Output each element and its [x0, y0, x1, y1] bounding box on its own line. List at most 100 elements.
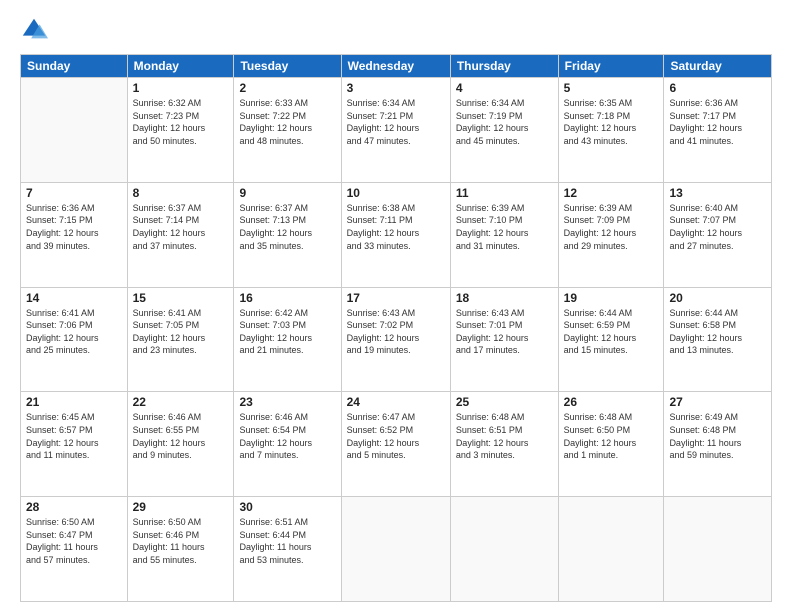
day-cell: 26 Sunrise: 6:48 AM Sunset: 6:50 PM Dayli… [558, 392, 664, 497]
day-info: Sunrise: 6:33 AM Sunset: 7:22 PM Dayligh… [239, 97, 335, 147]
day-cell: 27 Sunrise: 6:49 AM Sunset: 6:48 PM Dayli… [664, 392, 772, 497]
day-number: 25 [456, 395, 553, 409]
weekday-header-thursday: Thursday [450, 55, 558, 78]
day-cell: 14 Sunrise: 6:41 AM Sunset: 7:06 PM Dayli… [21, 287, 128, 392]
day-info: Sunrise: 6:39 AM Sunset: 7:09 PM Dayligh… [564, 202, 659, 252]
day-number: 13 [669, 186, 766, 200]
day-cell: 19 Sunrise: 6:44 AM Sunset: 6:59 PM Dayli… [558, 287, 664, 392]
day-number: 9 [239, 186, 335, 200]
week-row-2: 7 Sunrise: 6:36 AM Sunset: 7:15 PM Daylig… [21, 182, 772, 287]
week-row-5: 28Sunrise: 6:50 AM Sunset: 6:47 PM Dayli… [21, 497, 772, 602]
day-cell: 7 Sunrise: 6:36 AM Sunset: 7:15 PM Daylig… [21, 182, 128, 287]
day-cell: 13 Sunrise: 6:40 AM Sunset: 7:07 PM Dayli… [664, 182, 772, 287]
weekday-header-saturday: Saturday [664, 55, 772, 78]
day-cell: 15Sunrise: 6:41 AM Sunset: 7:05 PM Dayli… [127, 287, 234, 392]
day-cell [664, 497, 772, 602]
day-cell [21, 78, 128, 183]
logo [20, 16, 52, 44]
day-info: Sunrise: 6:34 AM Sunset: 7:19 PM Dayligh… [456, 97, 553, 147]
day-info: Sunrise: 6:39 AM Sunset: 7:10 PM Dayligh… [456, 202, 553, 252]
day-cell [558, 497, 664, 602]
day-info: Sunrise: 6:46 AM Sunset: 6:54 PM Dayligh… [239, 411, 335, 461]
weekday-header-monday: Monday [127, 55, 234, 78]
day-info: Sunrise: 6:44 AM Sunset: 6:59 PM Dayligh… [564, 307, 659, 357]
day-number: 2 [239, 81, 335, 95]
day-info: Sunrise: 6:37 AM Sunset: 7:13 PM Dayligh… [239, 202, 335, 252]
day-number: 12 [564, 186, 659, 200]
day-number: 1 [133, 81, 229, 95]
day-info: Sunrise: 6:51 AM Sunset: 6:44 PM Dayligh… [239, 516, 335, 566]
day-cell: 6 Sunrise: 6:36 AM Sunset: 7:17 PM Daylig… [664, 78, 772, 183]
day-cell: 2 Sunrise: 6:33 AM Sunset: 7:22 PM Daylig… [234, 78, 341, 183]
week-row-1: 1 Sunrise: 6:32 AM Sunset: 7:23 PM Daylig… [21, 78, 772, 183]
day-number: 11 [456, 186, 553, 200]
day-info: Sunrise: 6:47 AM Sunset: 6:52 PM Dayligh… [347, 411, 445, 461]
day-number: 29 [133, 500, 229, 514]
day-number: 19 [564, 291, 659, 305]
week-row-4: 21 Sunrise: 6:45 AM Sunset: 6:57 PM Dayli… [21, 392, 772, 497]
day-number: 26 [564, 395, 659, 409]
day-number: 6 [669, 81, 766, 95]
day-number: 24 [347, 395, 445, 409]
calendar-table: SundayMondayTuesdayWednesdayThursdayFrid… [20, 54, 772, 602]
day-info: Sunrise: 6:44 AM Sunset: 6:58 PM Dayligh… [669, 307, 766, 357]
day-info: Sunrise: 6:40 AM Sunset: 7:07 PM Dayligh… [669, 202, 766, 252]
day-info: Sunrise: 6:41 AM Sunset: 7:06 PM Dayligh… [26, 307, 122, 357]
day-cell: 16 Sunrise: 6:42 AM Sunset: 7:03 PM Dayli… [234, 287, 341, 392]
day-info: Sunrise: 6:34 AM Sunset: 7:21 PM Dayligh… [347, 97, 445, 147]
day-number: 28 [26, 500, 122, 514]
day-cell: 10Sunrise: 6:38 AM Sunset: 7:11 PM Dayli… [341, 182, 450, 287]
day-number: 18 [456, 291, 553, 305]
logo-icon [20, 16, 48, 44]
day-cell: 25 Sunrise: 6:48 AM Sunset: 6:51 PM Dayli… [450, 392, 558, 497]
day-number: 22 [133, 395, 229, 409]
day-number: 16 [239, 291, 335, 305]
day-number: 21 [26, 395, 122, 409]
day-info: Sunrise: 6:48 AM Sunset: 6:50 PM Dayligh… [564, 411, 659, 461]
weekday-header-friday: Friday [558, 55, 664, 78]
day-cell: 5 Sunrise: 6:35 AM Sunset: 7:18 PM Daylig… [558, 78, 664, 183]
day-info: Sunrise: 6:48 AM Sunset: 6:51 PM Dayligh… [456, 411, 553, 461]
day-info: Sunrise: 6:45 AM Sunset: 6:57 PM Dayligh… [26, 411, 122, 461]
page: SundayMondayTuesdayWednesdayThursdayFrid… [0, 0, 792, 612]
day-cell: 1 Sunrise: 6:32 AM Sunset: 7:23 PM Daylig… [127, 78, 234, 183]
day-cell: 8 Sunrise: 6:37 AM Sunset: 7:14 PM Daylig… [127, 182, 234, 287]
day-number: 10 [347, 186, 445, 200]
day-number: 14 [26, 291, 122, 305]
weekday-header-tuesday: Tuesday [234, 55, 341, 78]
day-cell: 18Sunrise: 6:43 AM Sunset: 7:01 PM Dayli… [450, 287, 558, 392]
day-cell: 28Sunrise: 6:50 AM Sunset: 6:47 PM Dayli… [21, 497, 128, 602]
day-number: 8 [133, 186, 229, 200]
day-cell: 9 Sunrise: 6:37 AM Sunset: 7:13 PM Daylig… [234, 182, 341, 287]
day-number: 3 [347, 81, 445, 95]
day-cell: 30 Sunrise: 6:51 AM Sunset: 6:44 PM Dayli… [234, 497, 341, 602]
day-number: 30 [239, 500, 335, 514]
day-cell [450, 497, 558, 602]
day-number: 5 [564, 81, 659, 95]
day-number: 17 [347, 291, 445, 305]
header [20, 16, 772, 44]
day-number: 4 [456, 81, 553, 95]
day-info: Sunrise: 6:37 AM Sunset: 7:14 PM Dayligh… [133, 202, 229, 252]
day-info: Sunrise: 6:42 AM Sunset: 7:03 PM Dayligh… [239, 307, 335, 357]
day-info: Sunrise: 6:35 AM Sunset: 7:18 PM Dayligh… [564, 97, 659, 147]
day-cell: 12 Sunrise: 6:39 AM Sunset: 7:09 PM Dayli… [558, 182, 664, 287]
weekday-header-wednesday: Wednesday [341, 55, 450, 78]
day-cell: 3 Sunrise: 6:34 AM Sunset: 7:21 PM Daylig… [341, 78, 450, 183]
day-info: Sunrise: 6:49 AM Sunset: 6:48 PM Dayligh… [669, 411, 766, 461]
day-number: 23 [239, 395, 335, 409]
day-info: Sunrise: 6:50 AM Sunset: 6:46 PM Dayligh… [133, 516, 229, 566]
day-info: Sunrise: 6:36 AM Sunset: 7:17 PM Dayligh… [669, 97, 766, 147]
day-info: Sunrise: 6:46 AM Sunset: 6:55 PM Dayligh… [133, 411, 229, 461]
day-cell: 21 Sunrise: 6:45 AM Sunset: 6:57 PM Dayli… [21, 392, 128, 497]
weekday-header-row: SundayMondayTuesdayWednesdayThursdayFrid… [21, 55, 772, 78]
day-info: Sunrise: 6:32 AM Sunset: 7:23 PM Dayligh… [133, 97, 229, 147]
day-info: Sunrise: 6:36 AM Sunset: 7:15 PM Dayligh… [26, 202, 122, 252]
day-cell: 22 Sunrise: 6:46 AM Sunset: 6:55 PM Dayli… [127, 392, 234, 497]
day-number: 7 [26, 186, 122, 200]
day-cell: 20 Sunrise: 6:44 AM Sunset: 6:58 PM Dayli… [664, 287, 772, 392]
day-cell: 24 Sunrise: 6:47 AM Sunset: 6:52 PM Dayli… [341, 392, 450, 497]
day-cell: 4 Sunrise: 6:34 AM Sunset: 7:19 PM Daylig… [450, 78, 558, 183]
day-number: 20 [669, 291, 766, 305]
day-number: 27 [669, 395, 766, 409]
